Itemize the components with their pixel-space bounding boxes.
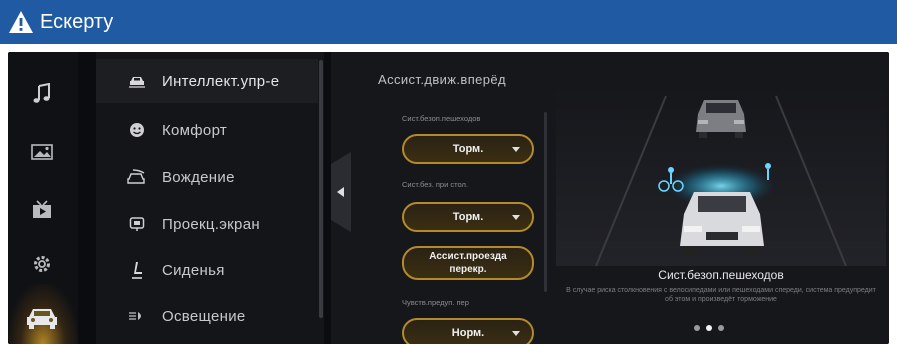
- button-label: Ассист.проезда перекр.: [429, 251, 507, 275]
- music-note-icon[interactable]: [26, 78, 58, 110]
- app-rail: [8, 52, 78, 344]
- carousel-dot[interactable]: [694, 325, 700, 331]
- menu-item-label: Вождение: [162, 168, 235, 186]
- chevron-down-icon: [512, 215, 520, 220]
- dropdown-value: Торм.: [452, 143, 484, 155]
- setting-label: Чувств.предуп. пер: [402, 298, 469, 307]
- comfort-icon: [124, 122, 150, 138]
- menu-item-comfort[interactable]: Комфорт: [96, 108, 318, 152]
- settings-scrollbar[interactable]: [544, 112, 547, 292]
- menu-item-lighting[interactable]: Освещение: [96, 294, 318, 338]
- alert-banner: Ескерту: [0, 0, 897, 44]
- banner-title: Ескерту: [40, 10, 114, 33]
- menu-item-projection[interactable]: Проекц.экран: [96, 202, 318, 246]
- setting-label: Сист.безоп.пешеходов: [402, 114, 481, 123]
- chevron-down-icon: [512, 147, 520, 152]
- section-title: Ассист.движ.вперёд: [378, 72, 507, 87]
- collapse-menu-button[interactable]: [331, 152, 351, 232]
- settings-menu: Интеллект.упр-е Комфорт Вождение Проекц.…: [96, 52, 324, 344]
- warning-icon: [8, 10, 34, 34]
- feature-illustration: [556, 86, 886, 344]
- menu-item-driving[interactable]: Вождение: [96, 155, 318, 199]
- car-icon[interactable]: [24, 302, 60, 334]
- menu-item-label: Комфорт: [162, 121, 228, 139]
- illustration-title: Сист.безоп.пешеходов: [658, 268, 784, 282]
- carousel-dot-active[interactable]: [706, 325, 712, 331]
- warning-sensitivity-dropdown[interactable]: Норм.: [402, 318, 534, 344]
- car-settings-screen: Интеллект.упр-е Комфорт Вождение Проекц.…: [8, 52, 889, 344]
- menu-item-label: Проекц.экран: [162, 215, 260, 233]
- seat-icon: [124, 261, 150, 279]
- chevron-left-icon: [337, 187, 344, 197]
- dropdown-value: Норм.: [451, 327, 485, 339]
- illustration-description: В случае риска столкновения с велосипеда…: [566, 287, 876, 303]
- dropdown-value: Торм.: [452, 211, 484, 223]
- menu-item-label: Освещение: [162, 307, 246, 325]
- carousel-dot[interactable]: [718, 325, 724, 331]
- gallery-icon[interactable]: [26, 136, 58, 168]
- menu-scrollbar[interactable]: [319, 60, 323, 318]
- pedestrian-safety-dropdown[interactable]: Торм.: [402, 134, 534, 164]
- menu-item-label: Интеллект.упр-е: [162, 72, 280, 90]
- driving-icon: [124, 169, 150, 185]
- projection-screen-icon: [124, 216, 150, 232]
- smart-drive-icon: [124, 74, 150, 88]
- collision-safety-dropdown[interactable]: Торм.: [402, 202, 534, 232]
- lighting-icon: [124, 310, 150, 322]
- menu-item-label: Сиденья: [162, 261, 225, 279]
- video-icon[interactable]: [26, 194, 58, 226]
- menu-item-seats[interactable]: Сиденья: [96, 248, 318, 292]
- setting-label: Сист.без. при стол.: [402, 180, 468, 189]
- intersection-assist-button[interactable]: Ассист.проезда перекр.: [402, 246, 534, 280]
- menu-item-smart-drive[interactable]: Интеллект.упр-е: [96, 59, 318, 103]
- gear-icon[interactable]: [26, 248, 58, 280]
- chevron-down-icon: [512, 331, 520, 336]
- carousel-dots: [694, 325, 724, 331]
